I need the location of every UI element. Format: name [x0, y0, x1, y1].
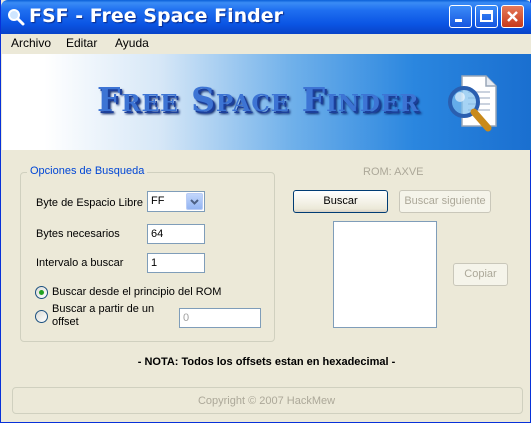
minimize-icon: [455, 19, 462, 22]
interval-input[interactable]: 1: [147, 253, 205, 273]
offset-input[interactable]: 0: [179, 308, 261, 328]
maximize-icon: [480, 10, 493, 22]
interval-label: Intervalo a buscar: [36, 257, 124, 269]
bytes-needed-label: Bytes necesarios: [36, 228, 120, 240]
rom-name-label: ROM: AXVE: [363, 166, 424, 178]
copy-button[interactable]: Copiar: [453, 263, 508, 286]
banner: Free Space Finder: [2, 54, 531, 150]
maximize-button[interactable]: [475, 5, 498, 28]
minimize-button[interactable]: [449, 5, 472, 28]
menu-archivo[interactable]: Archivo: [11, 36, 51, 50]
menu-bar: Archivo Editar Ayuda: [2, 34, 531, 54]
results-list[interactable]: [333, 221, 437, 328]
free-byte-label: Byte de Espacio Libre: [36, 197, 144, 209]
search-from-offset-label: Buscar a partir de un: [52, 303, 155, 315]
dropdown-button[interactable]: [186, 193, 203, 210]
close-button[interactable]: [501, 5, 524, 28]
free-byte-value: FF: [151, 195, 165, 207]
bytes-needed-input[interactable]: 64: [147, 224, 205, 244]
copyright-text: Copyright © 2007 HackMew: [197, 395, 336, 407]
search-options-title: Opciones de Busqueda: [27, 165, 148, 177]
banner-logo: Free Space Finder: [97, 80, 420, 119]
window-title: FSF - Free Space Finder: [29, 5, 284, 27]
search-button[interactable]: Buscar: [293, 190, 388, 213]
hex-note: - NOTA: Todos los offsets estan en hexad…: [137, 356, 396, 368]
menu-editar[interactable]: Editar: [66, 36, 97, 50]
search-from-start-radio[interactable]: [35, 286, 48, 299]
search-from-start-label: Buscar desde el principio del ROM: [52, 286, 222, 298]
free-byte-select[interactable]: FF: [147, 191, 205, 212]
chevron-down-icon: [190, 199, 199, 205]
document-magnifier-icon: [448, 75, 497, 132]
title-bar[interactable]: FSF - Free Space Finder: [1, 0, 531, 34]
close-icon: [507, 11, 518, 22]
app-window: FSF - Free Space Finder Archivo Editar A…: [0, 0, 531, 423]
search-from-offset-label-line2: offset: [52, 316, 79, 328]
search-next-button[interactable]: Buscar siguiente: [399, 190, 491, 213]
magnifier-app-icon: [8, 9, 25, 26]
search-from-offset-radio[interactable]: [35, 310, 48, 323]
menu-ayuda[interactable]: Ayuda: [115, 36, 149, 50]
